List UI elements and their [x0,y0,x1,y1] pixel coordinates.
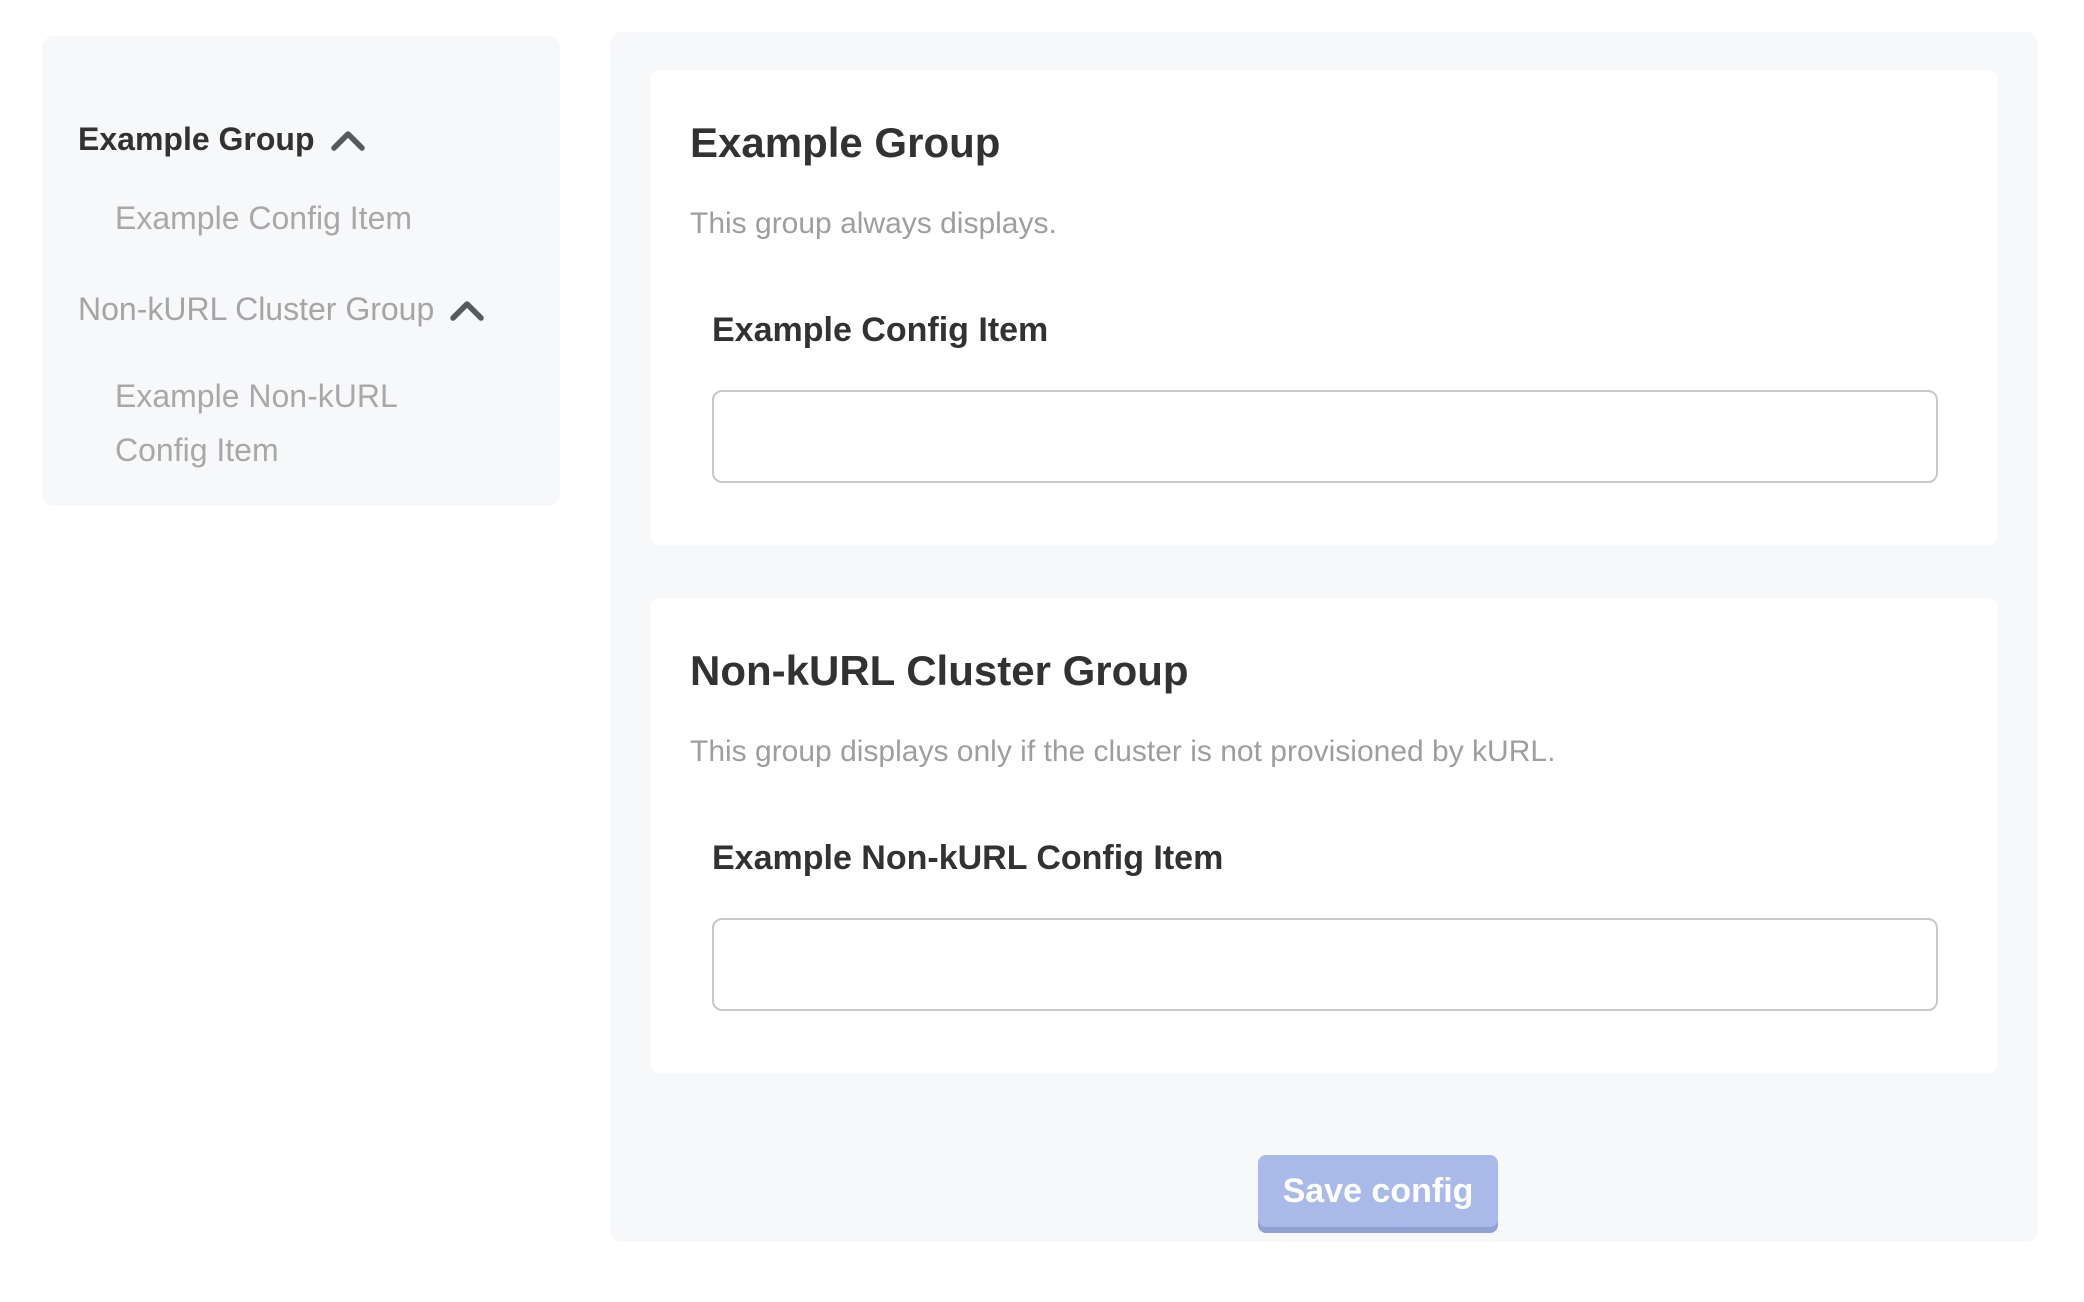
config-main-panel: Example Group This group always displays… [610,32,2038,1242]
sidebar-group-non-kurl-cluster-group[interactable]: Non-kURL Cluster Group [78,289,484,329]
config-page: Example Group Example Config Item Non-kU… [0,0,2084,1302]
group-title: Example Group [690,120,1000,166]
chevron-up-icon [450,300,484,322]
config-group-card: Non-kURL Cluster Group This group displa… [650,598,1998,1073]
sidebar-group-label: Non-kURL Cluster Group [78,291,434,328]
config-sidebar: Example Group Example Config Item Non-kU… [42,36,560,506]
sidebar-group-label: Example Group [78,121,315,158]
group-description: This group displays only if the cluster … [690,735,1555,769]
config-item-label: Example Config Item [712,311,1048,349]
group-title: Non-kURL Cluster Group [690,648,1189,694]
config-group-card: Example Group This group always displays… [650,70,1998,545]
group-description: This group always displays. [690,207,1057,241]
chevron-up-icon [331,130,365,152]
sidebar-item-example-config-item[interactable]: Example Config Item [115,198,412,238]
config-item-label: Example Non-kURL Config Item [712,839,1223,877]
sidebar-group-example-group[interactable]: Example Group [78,119,365,159]
example-non-kurl-config-item-input[interactable] [712,918,1938,1011]
example-config-item-input[interactable] [712,390,1938,483]
sidebar-item-example-non-kurl-config-item[interactable]: Example Non-kURL Config Item [115,369,445,477]
save-config-button[interactable]: Save config [1258,1155,1498,1227]
